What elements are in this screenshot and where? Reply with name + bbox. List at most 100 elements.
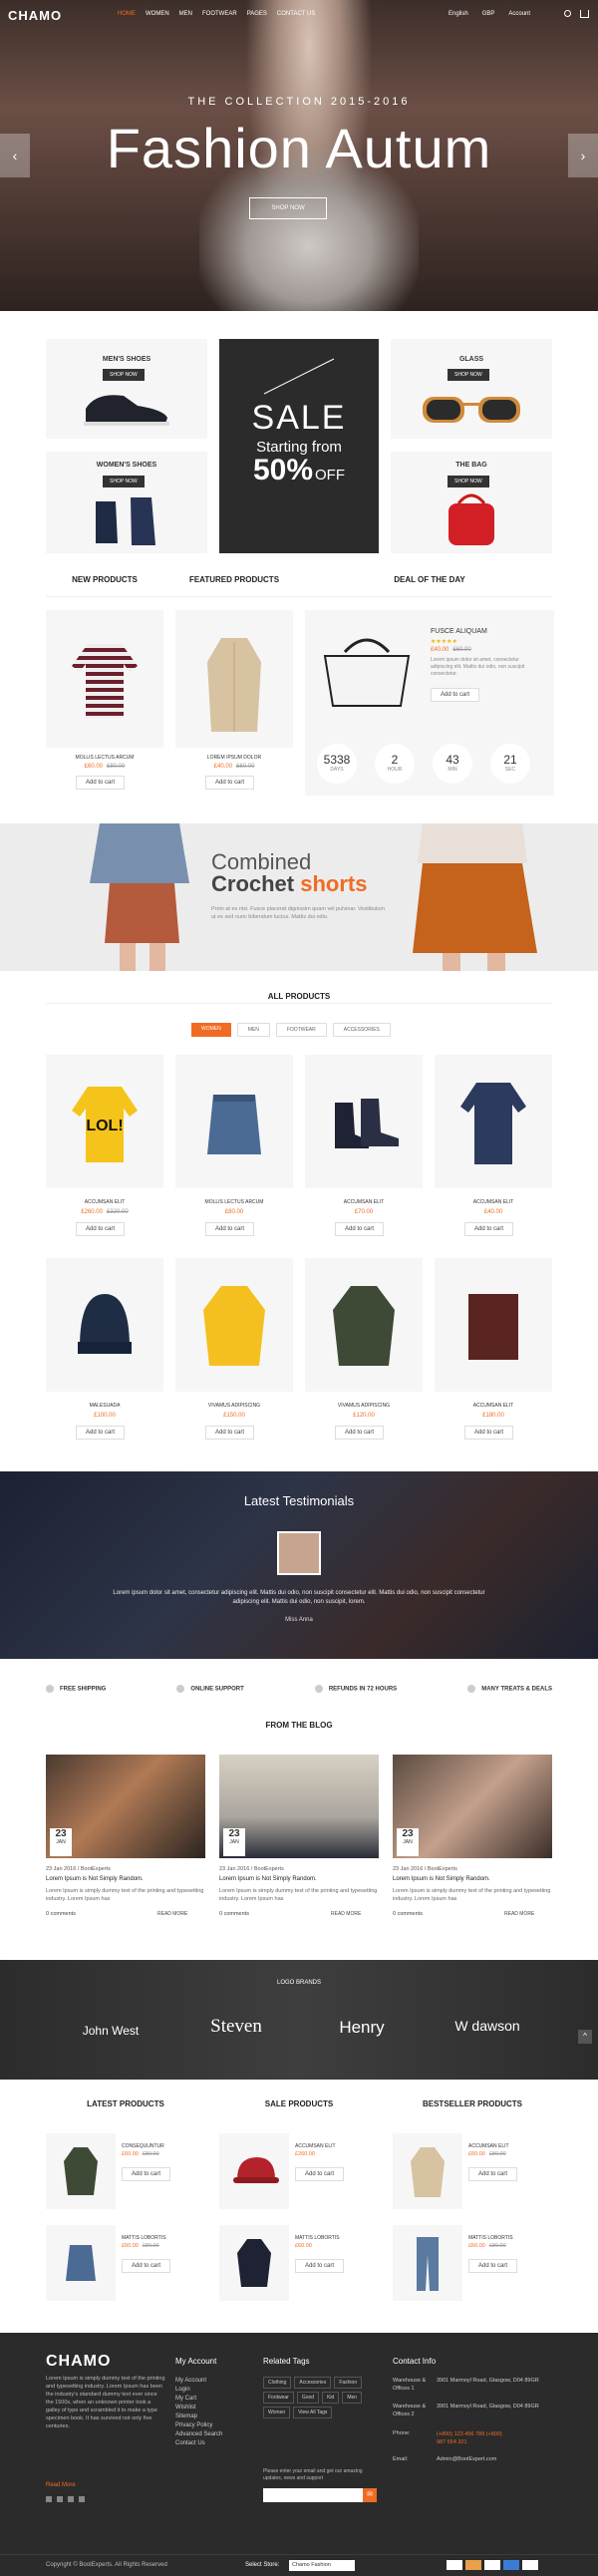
shop-now-button[interactable]: SHOP NOW [103, 476, 145, 487]
nav-contact[interactable]: CONTACT US [277, 11, 315, 17]
category-mens-shoes[interactable]: MEN'S SHOES SHOP NOW [46, 339, 207, 439]
store-select[interactable]: Chamo Fashion [289, 2560, 355, 2571]
nav-home[interactable]: HOME [118, 11, 136, 17]
add-to-cart-button[interactable]: Add to cart [431, 688, 480, 702]
product-card[interactable]: VIVAMUS ADIPISCING £150.00 Add to cart [175, 1258, 293, 1448]
site-logo[interactable]: CHAMO [8, 8, 62, 23]
nav-footwear[interactable]: FOOTWEAR [202, 11, 237, 17]
blog-post-title[interactable]: Lorem Ipsum is Not Simply Random. [393, 1876, 490, 1882]
rss-icon[interactable] [79, 2496, 85, 2502]
mini-product[interactable]: ACCUMSAN ELIT £60.00 £80.00 Add to cart [393, 2133, 552, 2213]
nav-men[interactable]: MEN [179, 11, 192, 17]
nav-women[interactable]: WOMEN [146, 11, 169, 17]
product-name[interactable]: VIVAMUS ADIPISCING [305, 1403, 423, 1409]
mini-product[interactable]: CONSEQUUNTUR £60.00 £80.00 Add to cart [46, 2133, 205, 2213]
footer-read-more[interactable]: Read More [46, 2482, 76, 2488]
hero-next-arrow[interactable]: › [568, 134, 598, 177]
cart-icon[interactable] [580, 10, 589, 18]
hero-shop-button[interactable]: SHOP NOW [249, 197, 327, 219]
product-name[interactable]: ACCUMSAN ELIT [435, 1199, 552, 1205]
mini-product[interactable]: ACCUMSAN ELIT £260.00 Add to cart [219, 2133, 379, 2213]
add-to-cart-button[interactable]: Add to cart [468, 2259, 518, 2273]
facebook-icon[interactable] [46, 2496, 52, 2502]
footer-link[interactable]: Privacy Policy [175, 2421, 222, 2430]
blog-post[interactable]: 23 JAN 23 Jan 2016 / BootExperts Lorem Ip… [46, 1755, 205, 1934]
tab-women[interactable]: WOMEN [191, 1023, 231, 1037]
footer-logo[interactable]: CHAMO [46, 2353, 111, 2371]
add-to-cart-button[interactable]: Add to cart [205, 1222, 255, 1236]
add-to-cart-button[interactable]: Add to cart [295, 2167, 345, 2181]
tag[interactable]: Good [296, 2392, 320, 2404]
product-name[interactable]: ACCUMSAN ELIT [305, 1199, 423, 1205]
tag[interactable]: Clothing [263, 2377, 292, 2389]
product-card[interactable]: VIVAMUS ADIPISCING £120.00 Add to cart [305, 1258, 423, 1448]
product-name[interactable]: MALESUADA [46, 1403, 163, 1409]
account-menu[interactable]: Account [508, 11, 530, 17]
product-name[interactable]: MATTIS LOBORTIS [122, 2235, 166, 2241]
new-product-card[interactable]: MOLLIS LECTUS ARCUM £60.00 £80.00 Add to … [46, 610, 163, 796]
category-womens-shoes[interactable]: WOMEN'S SHOES SHOP NOW [46, 452, 207, 553]
tab-accessories[interactable]: ACCESSORIES [332, 1023, 391, 1037]
blog-read-more[interactable]: READ MORE [157, 1911, 187, 1917]
add-to-cart-button[interactable]: Add to cart [468, 2167, 518, 2181]
product-card[interactable]: MOLLIS LECTUS ARCUM £80.00 Add to cart [175, 1055, 293, 1244]
footer-link[interactable]: My Account [175, 2377, 222, 2386]
tag[interactable]: Women [263, 2407, 291, 2418]
add-to-cart-button[interactable]: Add to cart [76, 1222, 126, 1236]
product-name[interactable]: CONSEQUUNTUR [122, 2143, 164, 2149]
tag[interactable]: View All Tags [293, 2407, 333, 2418]
product-card[interactable]: ACCUMSAN ELIT £180.00 Add to cart [435, 1258, 552, 1448]
tag[interactable]: Footwear [263, 2392, 294, 2404]
product-name[interactable]: ACCUMSAN ELIT [435, 1403, 552, 1409]
product-name[interactable]: MOLLIS LECTUS ARCUM [46, 755, 163, 761]
brand-steven[interactable]: Steven [191, 2016, 281, 2038]
hero-prev-arrow[interactable]: ‹ [0, 134, 30, 177]
product-name[interactable]: ACCUMSAN ELIT [468, 2143, 509, 2149]
contact-value-4[interactable]: Admin@BootExpert.com [437, 2456, 552, 2462]
footer-link[interactable]: My Cart [175, 2395, 222, 2404]
tab-men[interactable]: MEN [236, 1023, 270, 1037]
footer-link[interactable]: Advanced Search [175, 2430, 222, 2439]
brand-dawson[interactable]: W dawson [443, 2018, 532, 2034]
product-name[interactable]: MATTIS LOBORTIS [468, 2235, 513, 2241]
blog-post[interactable]: 23 JAN 23 Jan 2016 / BootExperts Lorem Ip… [393, 1755, 552, 1934]
tag[interactable]: Accessories [294, 2377, 332, 2389]
footer-link[interactable]: Wishlist [175, 2404, 222, 2413]
product-name[interactable]: ACCUMSAN ELIT [295, 2143, 336, 2149]
brand-john-west[interactable]: John West [66, 2024, 155, 2038]
blog-comments[interactable]: 0 comments [393, 1911, 423, 1917]
add-to-cart-button[interactable]: Add to cart [295, 2259, 345, 2273]
search-icon[interactable] [564, 10, 571, 17]
newsletter-submit-button[interactable]: ✉ [363, 2488, 377, 2502]
footer-link[interactable]: Sitemap [175, 2413, 222, 2421]
category-glass[interactable]: GLASS SHOP NOW [391, 339, 552, 439]
shop-now-button[interactable]: SHOP NOW [103, 369, 145, 381]
shop-now-button[interactable]: SHOP NOW [448, 476, 489, 487]
mini-product[interactable]: MATTIS LOBORTIS £60.00 £80.00 Add to cart [46, 2225, 205, 2305]
add-to-cart-button[interactable]: Add to cart [76, 776, 126, 790]
add-to-cart-button[interactable]: Add to cart [122, 2167, 171, 2181]
tab-footwear[interactable]: FOOTWEAR [275, 1023, 327, 1037]
product-card[interactable]: MALESUADA £100.00 Add to cart [46, 1258, 163, 1448]
product-name[interactable]: LOREM IPSUM DOLOR [175, 755, 293, 761]
mini-product[interactable]: MATTIS LOBORTIS £60.00 Add to cart [219, 2225, 379, 2305]
google-icon[interactable] [68, 2496, 74, 2502]
blog-post[interactable]: 23 JAN 23 Jan 2016 / BootExperts Lorem Ip… [219, 1755, 379, 1934]
twitter-icon[interactable] [57, 2496, 63, 2502]
footer-link[interactable]: Contact Us [175, 2439, 222, 2448]
featured-product-card[interactable]: LOREM IPSUM DOLOR £40.00 £60.00 Add to ca… [175, 610, 293, 796]
mini-product[interactable]: MATTIS LOBORTIS £60.00 £80.00 Add to cart [393, 2225, 552, 2305]
add-to-cart-button[interactable]: Add to cart [335, 1222, 385, 1236]
scroll-to-top-button[interactable]: ^ [578, 2030, 592, 2044]
product-card[interactable]: ACCUMSAN ELIT £70.00 Add to cart [305, 1055, 423, 1244]
tag[interactable]: Fashion [334, 2377, 363, 2389]
language-select[interactable]: English [448, 11, 468, 17]
newsletter-email-input[interactable] [263, 2488, 363, 2502]
blog-comments[interactable]: 0 comments [46, 1911, 76, 1917]
add-to-cart-button[interactable]: Add to cart [464, 1426, 514, 1440]
brand-henry[interactable]: Henry [317, 2018, 407, 2038]
deal-product-name[interactable]: FUSCE ALIQUAM [431, 628, 487, 635]
currency-select[interactable]: GBP [482, 11, 495, 17]
sale-banner[interactable]: SALE Starting from 50% OFF [219, 339, 379, 553]
add-to-cart-button[interactable]: Add to cart [205, 1426, 255, 1440]
